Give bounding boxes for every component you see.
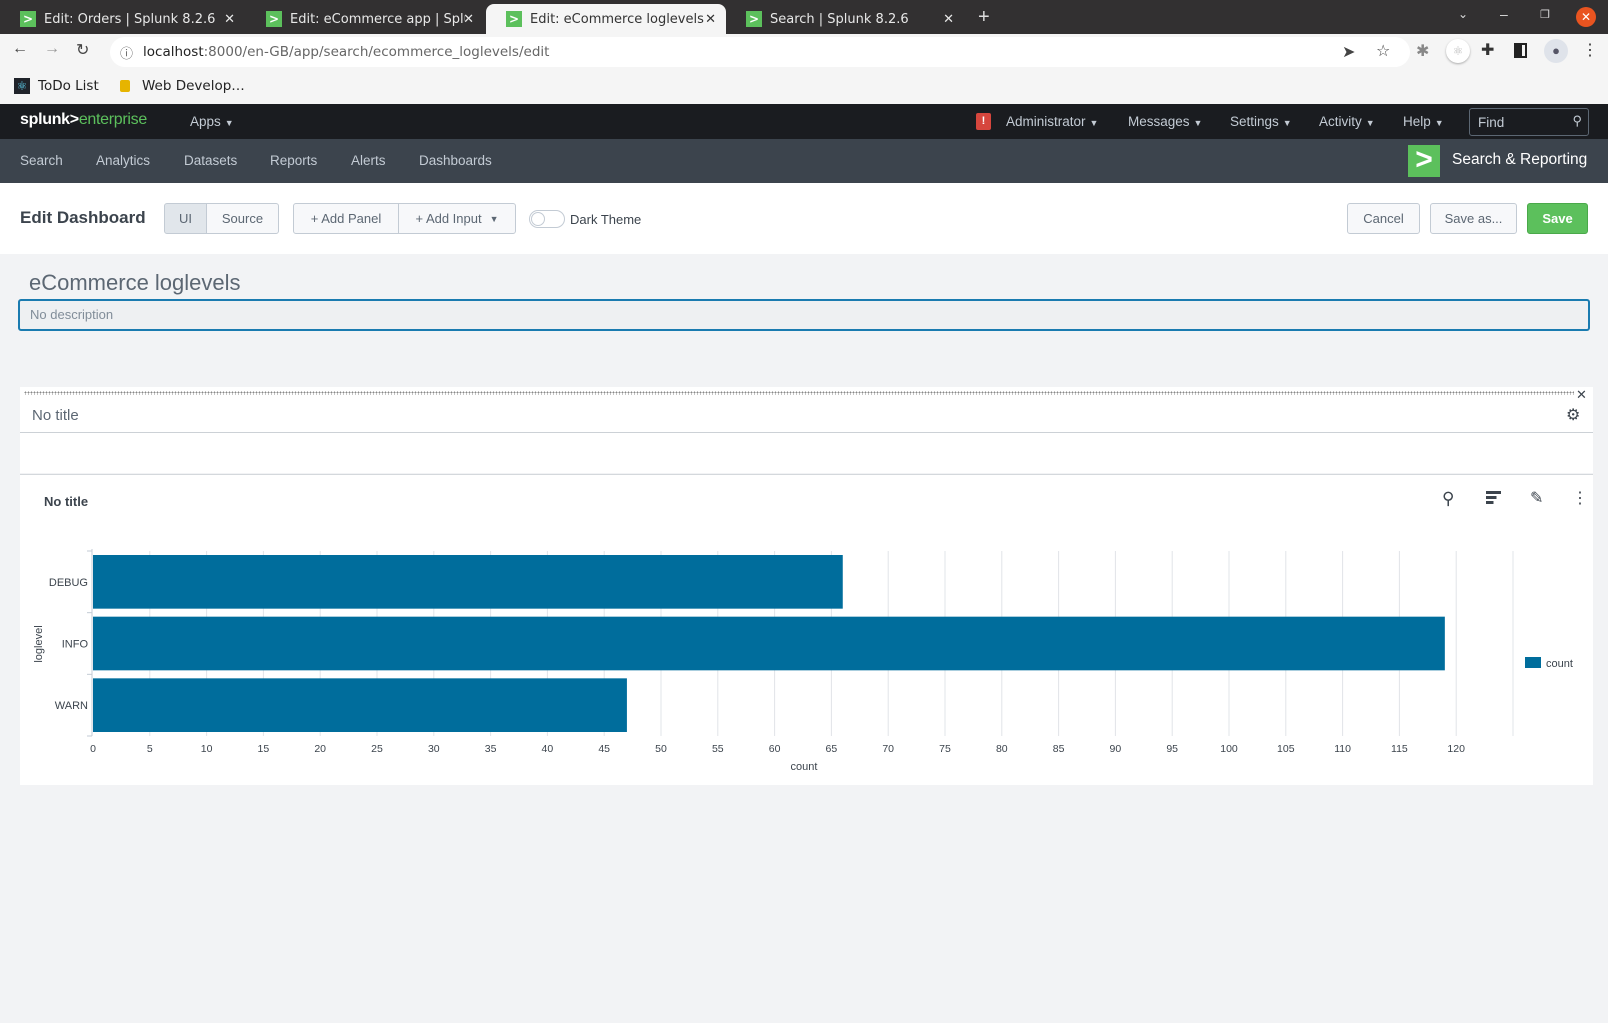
x-tick-label: 55: [712, 743, 724, 755]
x-tick-label: 25: [371, 743, 383, 755]
y-axis-label: loglevel: [33, 625, 45, 662]
bar-chart: 0 5 10 15 20 25 30 35 40 45 50 55 60 65 70 75 80 85 90 95 10…: [33, 549, 1573, 773]
x-tick-label: 15: [258, 743, 270, 755]
y-tick-label: INFO: [62, 639, 89, 651]
y-tick-label: WARN: [55, 700, 88, 712]
x-tick-label: 0: [90, 743, 96, 755]
x-tick-label: 90: [1110, 743, 1122, 755]
bar-info[interactable]: [93, 616, 1445, 671]
x-tick-label: 75: [939, 743, 951, 755]
x-tick-label: 35: [485, 743, 497, 755]
x-tick-label: 50: [655, 743, 667, 755]
x-tick-label: 40: [542, 743, 554, 755]
x-tick-label: 30: [428, 743, 440, 755]
x-axis-label: count: [791, 761, 818, 773]
bar-warn[interactable]: [93, 678, 627, 732]
x-tick-label: 20: [314, 743, 326, 755]
x-tick-label: 45: [598, 743, 610, 755]
x-tick-label: 5: [147, 743, 153, 755]
legend-swatch: [1525, 657, 1541, 668]
x-tick-label: 85: [1053, 743, 1065, 755]
x-tick-label: 100: [1220, 743, 1238, 755]
x-tick-label: 70: [882, 743, 894, 755]
x-tick-label: 120: [1447, 743, 1465, 755]
bar-debug[interactable]: [93, 555, 843, 609]
x-tick-label: 115: [1391, 743, 1408, 755]
legend-label[interactable]: count: [1546, 658, 1573, 670]
y-tick-label: DEBUG: [49, 577, 88, 589]
x-tick-label: 10: [201, 743, 213, 755]
x-tick-label: 95: [1166, 743, 1178, 755]
x-tick-label: 110: [1334, 743, 1351, 755]
x-tick-label: 105: [1277, 743, 1295, 755]
x-tick-label: 80: [996, 743, 1008, 755]
x-tick-label: 60: [769, 743, 781, 755]
x-tick-label: 65: [826, 743, 838, 755]
